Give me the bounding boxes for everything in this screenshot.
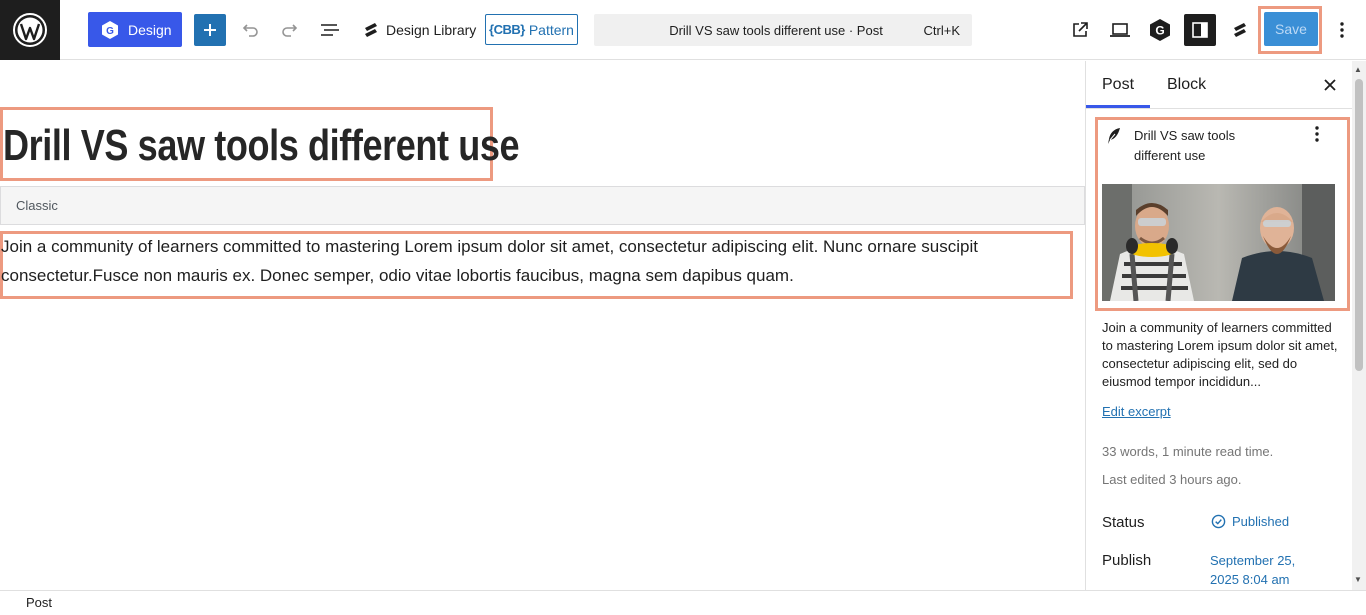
word-count-text: 33 words, 1 minute read time. [1102, 444, 1274, 459]
post-title[interactable]: Drill VS saw tools different use [3, 118, 520, 174]
pattern-button[interactable]: {CBB} Pattern [485, 14, 578, 45]
featured-image[interactable] [1102, 184, 1335, 301]
status-value-button[interactable]: Published [1211, 514, 1289, 529]
tab-post[interactable]: Post [1102, 61, 1134, 108]
hexagon-g-icon: G [102, 20, 118, 39]
last-edited-text: Last edited 3 hours ago. [1102, 472, 1242, 487]
design-button-label: Design [128, 21, 172, 38]
status-value: Published [1232, 514, 1290, 529]
redo-icon[interactable] [276, 16, 304, 44]
classic-block-toolbar[interactable]: Classic [0, 186, 1085, 225]
post-card-more-icon[interactable] [1314, 125, 1320, 148]
sidebar-tabs: Post Block [1086, 61, 1352, 109]
block-breadcrumb-bar: Post [0, 590, 1366, 615]
command-palette-button[interactable]: Drill VS saw tools different use · Post … [594, 14, 972, 46]
stackable-settings-icon[interactable] [1226, 16, 1254, 44]
scroll-down-icon[interactable]: ▼ [1354, 575, 1362, 584]
post-body-text[interactable]: Join a community of learners committed t… [1, 232, 1066, 290]
device-preview-icon[interactable] [1106, 16, 1134, 44]
undo-icon[interactable] [236, 16, 264, 44]
editor-top-bar: G Design Design Library {CBB} Pattern Dr… [0, 0, 1366, 60]
editor-canvas: Drill VS saw tools different use Classic… [0, 61, 1085, 590]
options-menu-icon[interactable] [1328, 16, 1356, 44]
edit-excerpt-link[interactable]: Edit excerpt [1102, 404, 1171, 419]
save-button[interactable]: Save [1264, 12, 1318, 46]
command-shortcut: Ctrl+K [923, 22, 960, 38]
check-circle-icon [1211, 514, 1226, 529]
quill-post-icon [1106, 127, 1122, 150]
design-library-button[interactable]: Design Library [362, 18, 476, 42]
sidebar-scrollbar[interactable]: ▲ ▼ [1352, 61, 1366, 590]
add-block-button[interactable] [194, 14, 226, 46]
settings-sidebar: Post Block Drill VS saw tools different … [1085, 61, 1366, 590]
active-tab-indicator [1086, 105, 1150, 108]
settings-sidebar-toggle[interactable] [1184, 14, 1216, 46]
scroll-up-icon[interactable]: ▲ [1354, 65, 1362, 74]
classic-block-label: Classic [16, 198, 58, 213]
plus-icon [204, 24, 216, 36]
svg-text:G: G [106, 26, 114, 37]
publish-date-button[interactable]: September 25, 2025 8:04 am [1210, 551, 1320, 589]
scrollbar-thumb[interactable] [1355, 79, 1363, 371]
post-excerpt: Join a community of learners committed t… [1102, 320, 1338, 389]
design-library-label: Design Library [386, 22, 477, 38]
command-title: Drill VS saw tools different use · Post [669, 22, 883, 38]
svg-text:G: G [1155, 24, 1164, 38]
post-card-title: Drill VS saw tools different use [1134, 128, 1236, 163]
sidebar-panel-icon [1192, 22, 1208, 38]
wordpress-logo-icon[interactable] [0, 0, 60, 60]
document-overview-icon[interactable] [316, 16, 344, 44]
tab-block[interactable]: Block [1167, 61, 1206, 108]
close-icon[interactable] [1318, 73, 1342, 97]
external-link-icon[interactable] [1066, 16, 1094, 44]
status-label: Status [1102, 514, 1145, 531]
publish-label: Publish [1102, 552, 1152, 569]
pattern-label: Pattern [528, 21, 574, 38]
cbb-badge: {CBB} [489, 22, 525, 37]
design-button[interactable]: G Design [88, 12, 182, 47]
breadcrumb-post[interactable]: Post [26, 595, 52, 610]
stackable-logo-icon [365, 23, 377, 37]
hexagon-g-plugin-icon[interactable]: G [1146, 16, 1174, 44]
